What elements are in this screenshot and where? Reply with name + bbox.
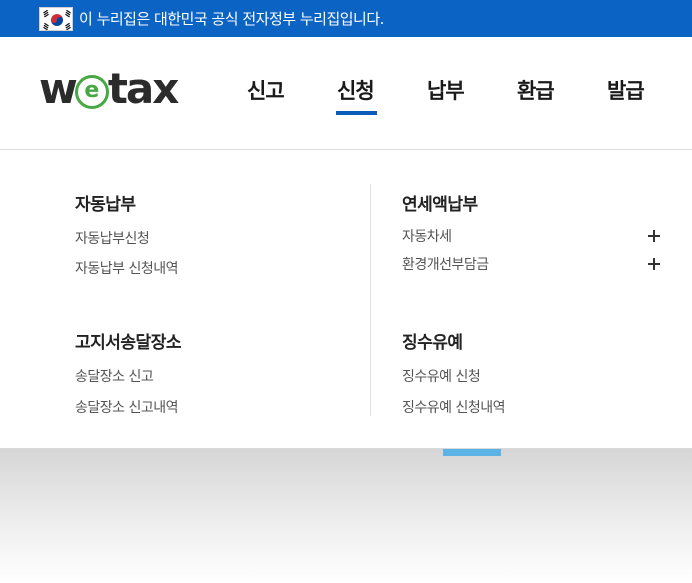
- korean-flag-icon: [39, 6, 73, 31]
- highlight-tab-strip: [443, 449, 501, 456]
- expand-environment-charge-plus-icon[interactable]: [648, 258, 660, 270]
- site-header: w e tax 신고 신청 납부 환급 발급: [0, 37, 692, 150]
- link-auto-pay-apply[interactable]: 자동납부신청: [75, 228, 150, 248]
- link-delivery-report[interactable]: 송달장소 신고: [75, 366, 154, 386]
- link-car-tax[interactable]: 자동차세: [402, 226, 452, 246]
- expand-car-tax-plus-icon[interactable]: [648, 230, 660, 242]
- page-background-overlay: [0, 449, 692, 583]
- gov-banner-text[interactable]: 이 누리집은 대한민국 공식 전자정부 누리집입니다.: [79, 8, 384, 29]
- nav-item-report[interactable]: 신고: [247, 75, 285, 105]
- column-divider: [370, 184, 371, 416]
- link-auto-pay-history[interactable]: 자동납부 신청내역: [75, 258, 179, 278]
- gov-banner: 이 누리집은 대한민국 공식 전자정부 누리집입니다.: [0, 0, 692, 37]
- apply-dropdown-menu: 자동납부 자동납부신청 자동납부 신청내역 연세액납부 자동차세 환경개선부담금…: [0, 150, 692, 449]
- link-delivery-history[interactable]: 송달장소 신고내역: [75, 397, 179, 417]
- section-title-annual-pay: 연세액납부: [402, 195, 478, 215]
- section-title-deferment: 징수유예: [402, 333, 463, 353]
- nav-item-issue[interactable]: 발급: [607, 75, 645, 105]
- nav-active-indicator: [336, 111, 377, 115]
- link-deferment-history[interactable]: 징수유예 신청내역: [402, 397, 506, 417]
- link-environment-charge[interactable]: 환경개선부담금: [402, 254, 489, 274]
- main-nav: 신고 신청 납부 환급 발급: [0, 75, 692, 115]
- nav-item-apply[interactable]: 신청: [337, 75, 375, 105]
- section-title-delivery-address: 고지서송달장소: [75, 333, 181, 353]
- nav-item-refund[interactable]: 환급: [517, 75, 555, 105]
- link-deferment-apply[interactable]: 징수유예 신청: [402, 366, 481, 386]
- section-title-auto-pay: 자동납부: [75, 195, 136, 215]
- nav-item-pay[interactable]: 납부: [427, 75, 465, 105]
